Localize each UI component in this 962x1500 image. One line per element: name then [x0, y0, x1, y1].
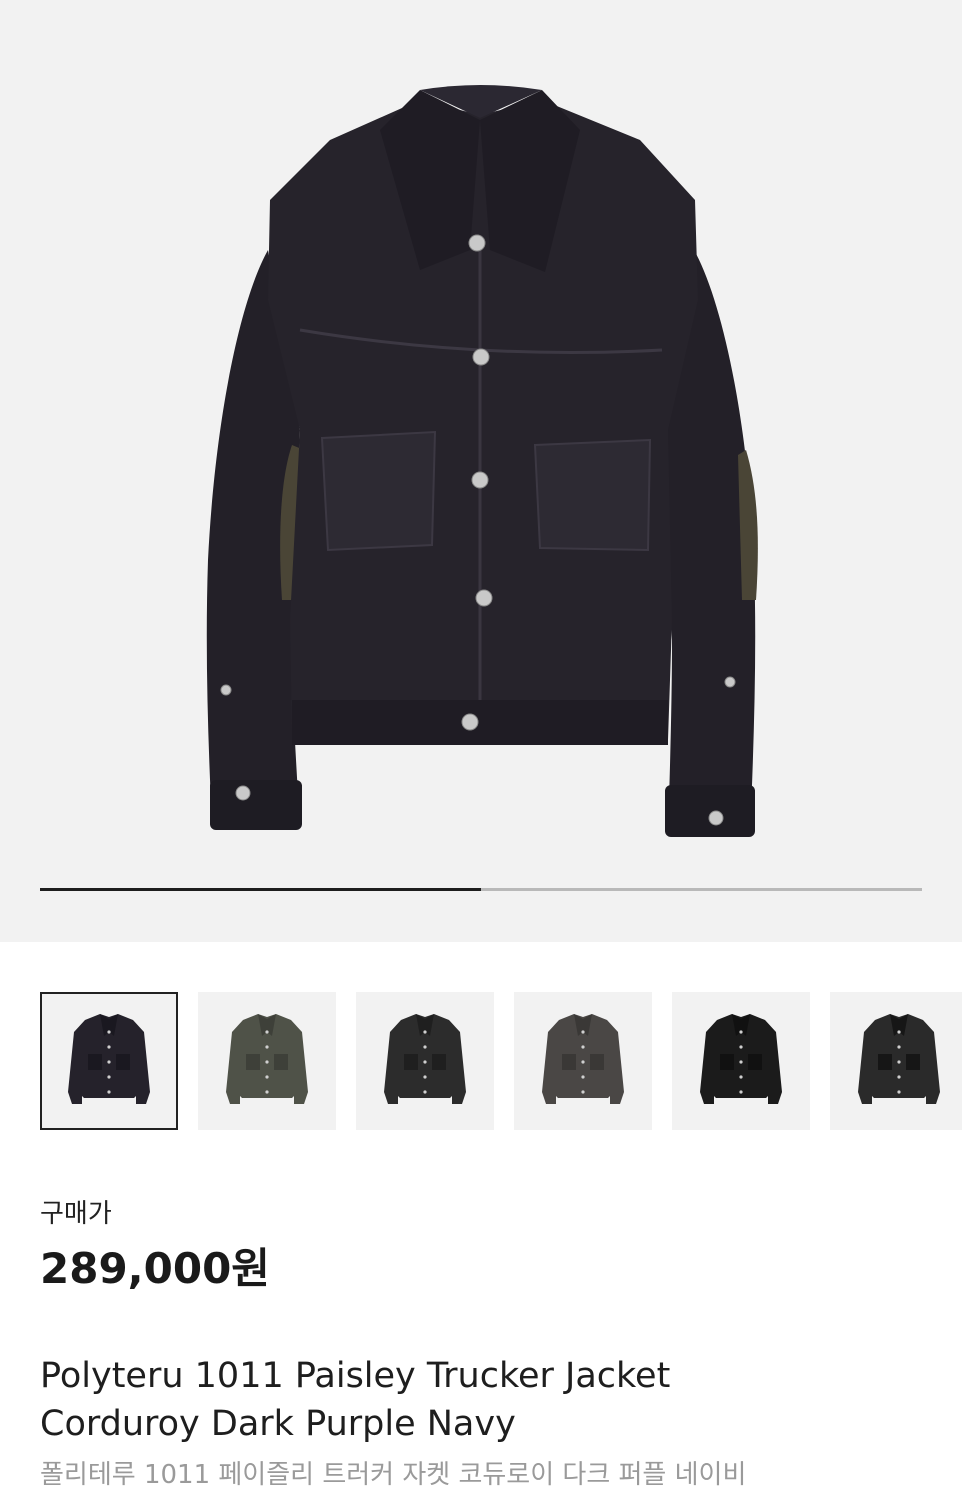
product-title-line1: Polyteru 1011 Paisley Trucker Jacket	[40, 1356, 671, 1396]
slide-progress-fill	[40, 888, 481, 891]
jacket-thumbnail-image	[542, 1014, 624, 1104]
product-image-gallery[interactable]	[0, 0, 962, 942]
right-pocket	[533, 438, 652, 552]
left-cuff	[210, 780, 302, 830]
slide-progress-track[interactable]	[40, 888, 922, 891]
jacket-body	[268, 100, 698, 742]
product-price: 289,000원	[40, 1244, 270, 1293]
thumb-olive[interactable]	[198, 992, 336, 1130]
jacket-thumbnail-image	[226, 1014, 308, 1104]
jacket-thumbnail-image	[68, 1014, 150, 1104]
product-title-line2: Corduroy Dark Purple Navy	[40, 1404, 516, 1444]
jacket-thumbnail-image	[858, 1014, 940, 1104]
thumb-black-washed[interactable]	[356, 992, 494, 1130]
thumb-black-faded[interactable]	[830, 992, 962, 1130]
product-subtitle-korean: 폴리테루 1011 페이즐리 트러커 자켓 코듀로이 다크 퍼플 네이비	[40, 1460, 747, 1490]
thumb-faded-grey[interactable]	[514, 992, 652, 1130]
right-cuff	[665, 785, 755, 837]
price-label: 구매가	[40, 1199, 112, 1229]
jacket-image	[206, 85, 758, 837]
waistband	[292, 700, 668, 745]
thumb-black[interactable]	[672, 992, 810, 1130]
left-pocket	[320, 430, 437, 552]
product-title: Polyteru 1011 Paisley Trucker Jacket Cor…	[40, 1352, 940, 1448]
thumb-dark-purple-navy[interactable]	[40, 992, 178, 1130]
thumbnail-strip[interactable]	[40, 992, 962, 1130]
jacket-thumbnail-image	[700, 1014, 782, 1104]
jacket-thumbnail-image	[384, 1014, 466, 1104]
